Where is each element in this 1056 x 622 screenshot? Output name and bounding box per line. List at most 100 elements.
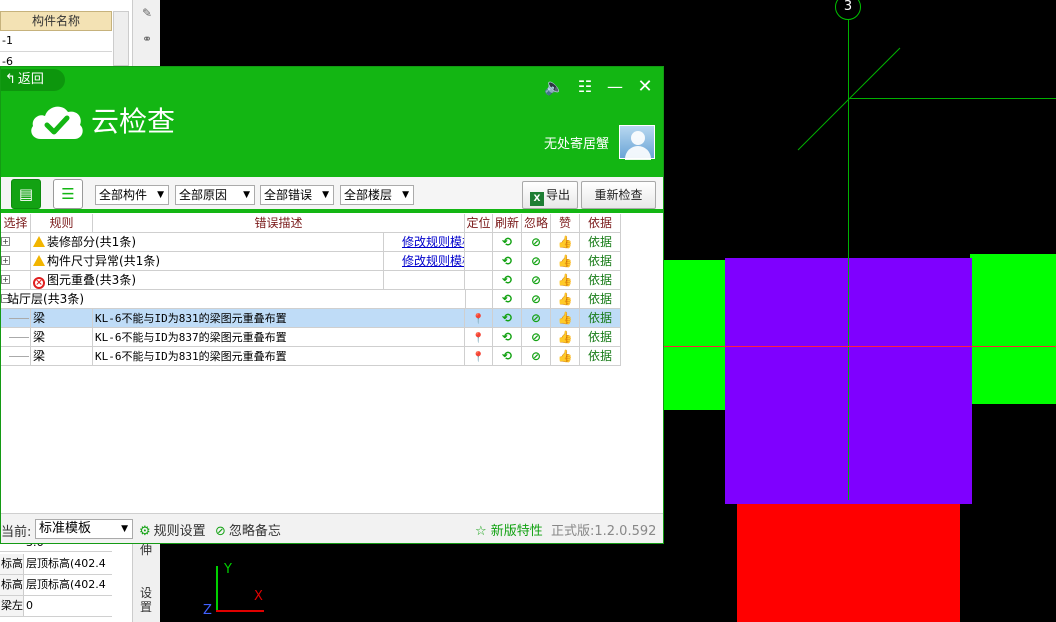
group-row-decoration[interactable]: + 装修部分(共1条) 修改规则模板 ⟲ ⊘ 👍 依据: [1, 233, 621, 252]
back-button[interactable]: ↰ 返回: [1, 69, 65, 91]
ignore-icon[interactable]: ⊘: [531, 349, 541, 363]
refresh-icon[interactable]: ⟲: [502, 273, 512, 287]
beam-left[interactable]: [660, 260, 726, 410]
chevron-down-icon: ▼: [157, 190, 164, 200]
locate-pin-icon[interactable]: 📍: [472, 352, 484, 363]
export-button[interactable]: X 导出: [522, 181, 578, 209]
table-row[interactable]: 梁 KL-6不能与ID为831的梁图元重叠布置 📍 ⟲ ⊘ 👍 依据: [1, 309, 621, 328]
close-icon[interactable]: ✕: [635, 77, 655, 97]
basis-link[interactable]: 依据: [588, 311, 612, 325]
refresh-icon[interactable]: ⟲: [502, 254, 512, 268]
col-like[interactable]: 赞: [551, 214, 580, 232]
thumbs-up-icon[interactable]: 👍: [558, 292, 573, 306]
ignore-icon[interactable]: ⊘: [531, 330, 541, 344]
edit-rule-template-link[interactable]: 修改规则模板: [384, 235, 464, 249]
property-row-top-elev-2[interactable]: 标高 层顶标高(402.4: [0, 575, 112, 596]
col-rule[interactable]: 规则: [31, 214, 93, 232]
template-select[interactable]: 标准模板 ▼: [35, 519, 133, 539]
recheck-button[interactable]: 重新检查: [581, 181, 656, 209]
link-icon[interactable]: ⚭: [139, 32, 155, 48]
error-filter[interactable]: 全部错误 ▼: [260, 185, 334, 205]
vertical-tab-settings[interactable]: 设置: [140, 586, 154, 614]
thumbs-up-icon[interactable]: 👍: [558, 254, 573, 268]
col-select[interactable]: 选择: [1, 214, 31, 232]
base-block[interactable]: [737, 504, 960, 622]
vertical-tab-extend[interactable]: 伸: [140, 543, 154, 557]
group-row-floor[interactable]: − 站厅层(共3条) ⟲ ⊘ 👍 依据: [1, 290, 621, 309]
ignore-icon[interactable]: ⊘: [531, 292, 541, 306]
list-view-tab[interactable]: ▤: [11, 179, 41, 209]
component-row[interactable]: -1: [0, 31, 112, 52]
refresh-icon[interactable]: ⟲: [502, 330, 512, 344]
ignore-icon[interactable]: ⊘: [531, 254, 541, 268]
basis-link[interactable]: 依据: [588, 273, 612, 287]
message-icon[interactable]: ☷: [575, 77, 595, 97]
beam-right[interactable]: [970, 254, 1056, 404]
cloud-check-dialog: ↰ 返回 云检查 🔈 ☷ — ✕ 无处寄居蟹 ▤ ☰ 全部构件 ▼ 全部原因 ▼ 全部…: [0, 66, 664, 544]
component-list-scrollbar[interactable]: [113, 11, 129, 66]
select-cell: [1, 328, 31, 346]
ignore-icon[interactable]: ⊘: [531, 273, 541, 287]
expand-icon[interactable]: +: [1, 275, 10, 284]
ignore-cell: ⊘: [522, 233, 551, 251]
refresh-icon[interactable]: ⟲: [502, 235, 512, 249]
locate-pin-icon[interactable]: 📍: [472, 314, 484, 325]
component-filter[interactable]: 全部构件 ▼: [95, 185, 169, 205]
desc-cell: KL-6不能与ID为831的梁图元重叠布置: [93, 347, 465, 365]
thumbs-up-icon[interactable]: 👍: [558, 349, 573, 363]
username[interactable]: 无处寄居蟹: [544, 133, 609, 152]
floor-filter[interactable]: 全部楼层 ▼: [340, 185, 414, 205]
expand-icon[interactable]: +: [1, 237, 10, 246]
tree-view-tab[interactable]: ☰: [53, 179, 83, 209]
axis-y-label: Y: [224, 562, 232, 577]
ignore-icon[interactable]: ⊘: [531, 235, 541, 249]
refresh-icon[interactable]: ⟲: [502, 292, 512, 306]
dialog-toolbar: ▤ ☰ 全部构件 ▼ 全部原因 ▼ 全部错误 ▼ 全部楼层 ▼ X 导出 重新检查: [1, 177, 663, 213]
basis-link[interactable]: 依据: [588, 235, 612, 249]
rule-cell: 梁: [31, 328, 93, 346]
group-label-text: 站厅层(共3条): [7, 292, 84, 306]
thumbs-up-icon[interactable]: 👍: [558, 273, 573, 287]
expand-icon[interactable]: +: [1, 256, 10, 265]
thumbs-up-icon[interactable]: 👍: [558, 311, 573, 325]
table-row[interactable]: 梁 KL-6不能与ID为837的梁图元重叠布置 📍 ⟲ ⊘ 👍 依据: [1, 328, 621, 347]
property-row-beam-left[interactable]: 梁左 0: [0, 596, 112, 617]
edit-rule-template-link[interactable]: 修改规则模板: [384, 254, 464, 268]
col-basis[interactable]: 依据: [580, 214, 621, 232]
rule-settings-button[interactable]: ⚙ 规则设置: [139, 520, 206, 539]
like-cell: 👍: [551, 309, 580, 327]
thumbs-up-icon[interactable]: 👍: [558, 330, 573, 344]
col-refresh[interactable]: 刷新: [493, 214, 522, 232]
new-features-link[interactable]: ☆ 新版特性: [475, 520, 543, 539]
refresh-cell: ⟲: [493, 252, 522, 270]
col-ignore[interactable]: 忽略: [522, 214, 551, 232]
ignore-memo-button[interactable]: ⊘ 忽略备忘: [215, 520, 281, 539]
warning-icon: [33, 255, 45, 266]
ignore-icon[interactable]: ⊘: [531, 311, 541, 325]
col-locate[interactable]: 定位: [465, 214, 493, 232]
avatar-head-shape: [631, 131, 645, 145]
refresh-icon[interactable]: ⟲: [502, 311, 512, 325]
locate-pin-icon[interactable]: 📍: [472, 333, 484, 344]
basis-link[interactable]: 依据: [588, 330, 612, 344]
thumbs-up-icon[interactable]: 👍: [558, 235, 573, 249]
group-label-text: 装修部分(共1条): [47, 235, 136, 249]
group-label-text: 构件尺寸异常(共1条): [47, 254, 160, 268]
table-row[interactable]: 梁 KL-6不能与ID为831的梁图元重叠布置 📍 ⟲ ⊘ 👍 依据: [1, 347, 621, 366]
refresh-icon[interactable]: ⟲: [502, 349, 512, 363]
like-cell: 👍: [551, 252, 580, 270]
chevron-down-icon: ▼: [402, 190, 409, 200]
group-row-overlap[interactable]: + × 图元重叠(共3条) ⟲ ⊘ 👍 依据: [1, 271, 621, 290]
basis-link[interactable]: 依据: [588, 292, 612, 306]
property-row-top-elev[interactable]: 标高 层顶标高(402.4: [0, 554, 112, 575]
col-desc[interactable]: 错误描述: [93, 214, 465, 232]
speaker-icon[interactable]: 🔈: [544, 77, 564, 97]
group-row-size[interactable]: + 构件尺寸异常(共1条) 修改规则模板 ⟲ ⊘ 👍 依据: [1, 252, 621, 271]
brush-icon[interactable]: ✎: [139, 6, 155, 22]
basis-cell: 依据: [580, 328, 621, 346]
basis-link[interactable]: 依据: [588, 254, 612, 268]
basis-link[interactable]: 依据: [588, 349, 612, 363]
reason-filter[interactable]: 全部原因 ▼: [175, 185, 255, 205]
user-avatar[interactable]: [619, 125, 655, 160]
minimize-icon[interactable]: —: [605, 77, 625, 97]
